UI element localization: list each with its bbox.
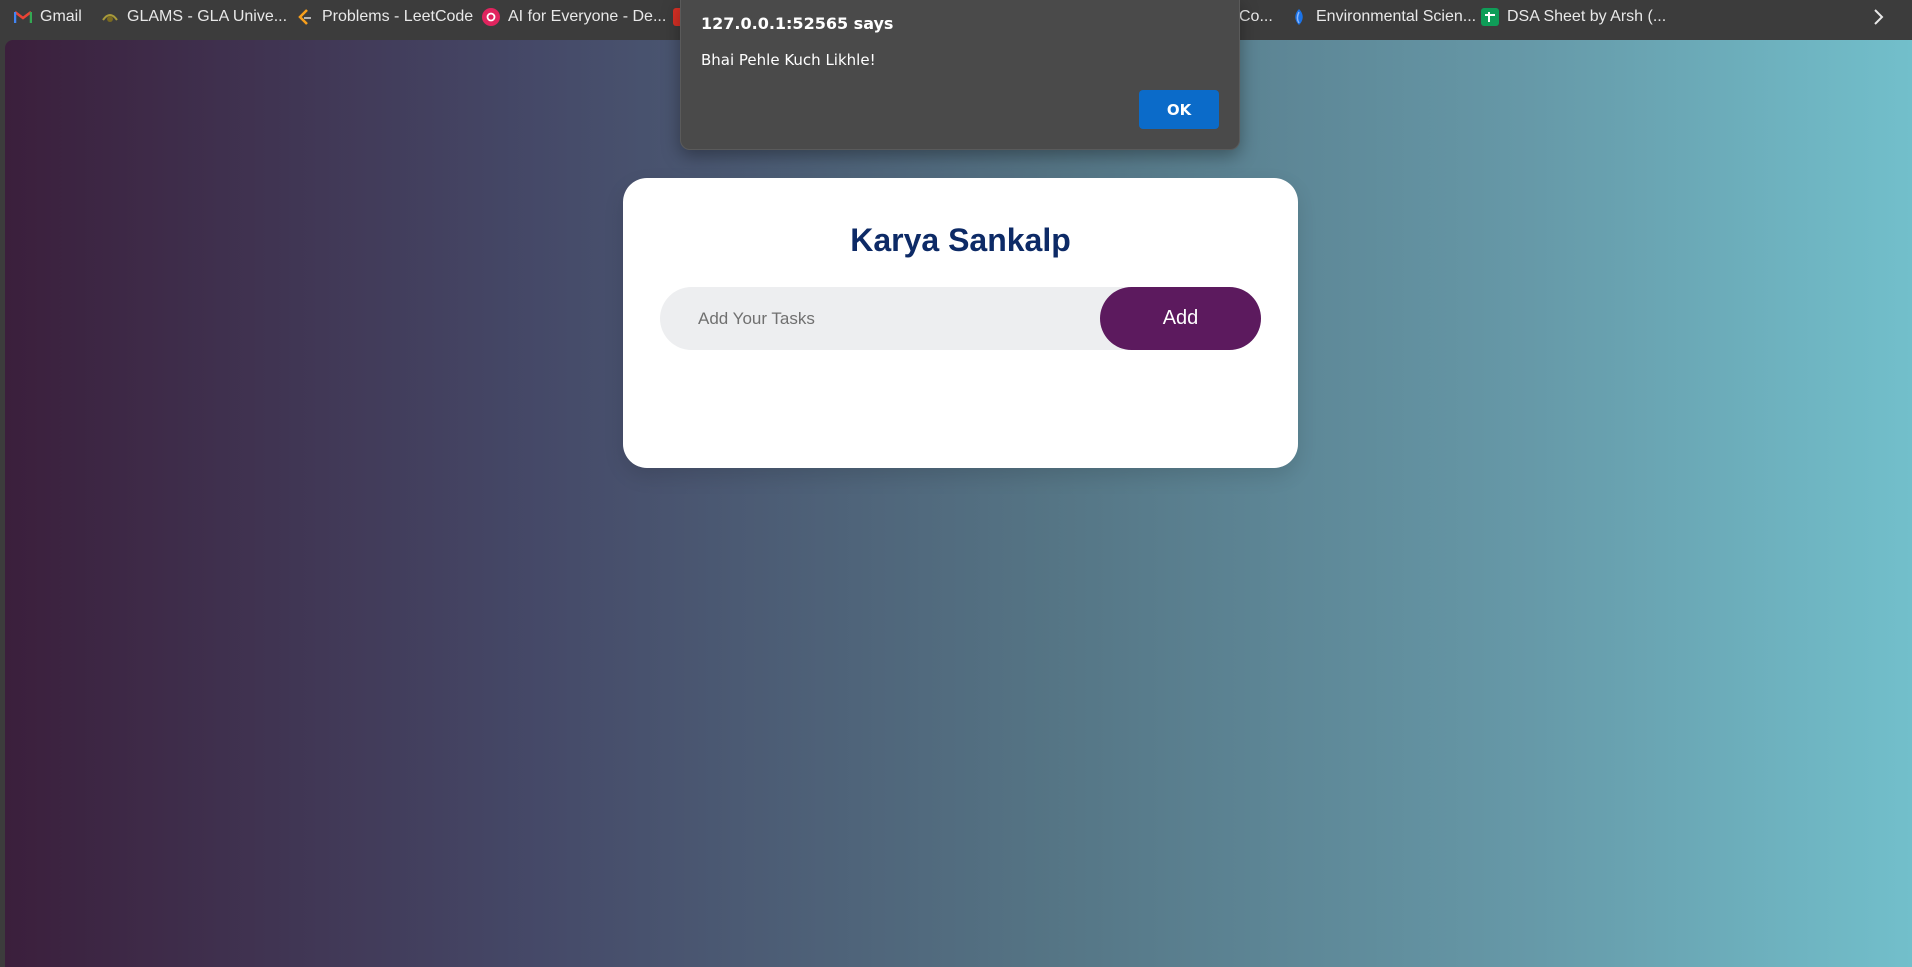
add-button[interactable]: Add — [1100, 287, 1261, 350]
bookmark-label: Gmail — [40, 8, 82, 25]
alert-ok-button[interactable]: OK — [1139, 90, 1219, 129]
bookmark-label: Environmental Scien... — [1316, 8, 1477, 25]
bookmark-label: AI for Everyone - De... — [508, 8, 667, 25]
glams-icon — [101, 8, 119, 26]
task-input[interactable] — [660, 287, 1100, 350]
todo-card: Karya Sankalp Add — [623, 178, 1298, 468]
bookmark-leetcode[interactable]: Problems - LeetCode — [296, 0, 473, 34]
bookmark-glams[interactable]: GLAMS - GLA Unive... — [101, 0, 287, 34]
bookmark-environmental-science[interactable]: Environmental Scien... — [1290, 0, 1476, 34]
leetcode-icon — [296, 8, 314, 26]
bookmark-label: Problems - LeetCode — [322, 8, 474, 25]
alert-dialog: 127.0.0.1:52565 says Bhai Pehle Kuch Lik… — [680, 0, 1240, 150]
bookmarks-overflow-chevron-icon[interactable] — [1872, 0, 1884, 34]
coursera-icon — [482, 8, 500, 26]
alert-message: Bhai Pehle Kuch Likhle! — [701, 51, 876, 69]
sheets-icon — [1481, 8, 1499, 26]
environment-icon — [1290, 8, 1308, 26]
alert-title: 127.0.0.1:52565 says — [701, 14, 894, 33]
gmail-icon — [14, 8, 32, 26]
task-input-row: Add — [660, 287, 1261, 350]
bookmark-partial-co[interactable]: Co... — [1239, 0, 1273, 34]
bookmark-dsa-sheet[interactable]: DSA Sheet by Arsh (... — [1481, 0, 1666, 34]
bookmark-label: DSA Sheet by Arsh (... — [1507, 8, 1667, 25]
bookmark-label: Co... — [1239, 8, 1273, 25]
page-viewport: Karya Sankalp Add — [5, 40, 1912, 967]
bookmark-ai-for-everyone[interactable]: AI for Everyone - De... — [482, 0, 666, 34]
page-title: Karya Sankalp — [850, 222, 1071, 258]
bookmark-label: GLAMS - GLA Unive... — [127, 8, 288, 25]
bookmark-gmail[interactable]: Gmail — [14, 0, 82, 34]
